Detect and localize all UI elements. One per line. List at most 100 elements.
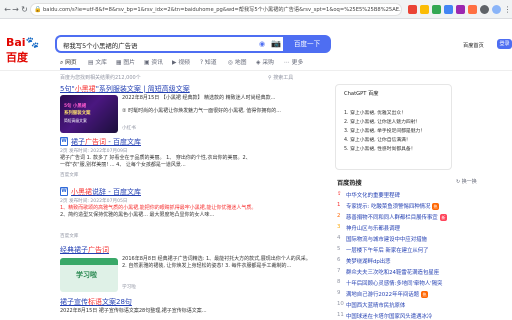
hot-search-text: 美梦绕湖畔dp出悲 — [346, 259, 391, 265]
result-source[interactable]: 小红书 — [122, 125, 136, 131]
hot-badge: 新 — [440, 214, 447, 221]
tab-more[interactable]: ⋯ 更多 — [284, 57, 303, 66]
hot-rank: 5 — [337, 246, 341, 252]
ai-line: 1. 穿上小黑裙, 优雅又出众！ — [344, 111, 406, 116]
tab-web[interactable]: ⌕ 网页 — [60, 57, 77, 67]
result-title[interactable]: 小黑裙说辞 - 百度文库 — [71, 187, 141, 197]
ai-line: 3. 穿上小黑裙, 举手投足间都是魅力！ — [344, 129, 426, 134]
ai-line: 4. 穿上小黑裙, 让你自信满满！ — [344, 138, 411, 143]
hot-rank: 1 — [337, 202, 341, 208]
hot-search-text: 满地自己游行2022年年间话题 — [346, 292, 420, 298]
hot-rank: 3 — [337, 224, 341, 230]
puzzle-icon[interactable] — [480, 5, 489, 14]
map-icon: ◎ — [228, 60, 234, 66]
baidu-logo[interactable]: Bai🐾 百度 — [6, 36, 46, 64]
hot-rank: 8 — [337, 279, 341, 285]
result-meta: 2页 发布时间: 2022年07月05日 — [60, 199, 128, 204]
result-thumbnail[interactable]: 5句 小黑裙 系列服装文案 简短高级文案 — [60, 95, 118, 133]
hot-rank: ⇪ — [337, 191, 342, 197]
tab-images[interactable]: ▦ 图片 — [116, 57, 135, 66]
kebab-menu-icon[interactable]: ⋮ — [503, 5, 512, 14]
tab-zhidao[interactable]: ? 知道 — [200, 57, 217, 66]
hot-search-text: 群众夫夫三次吃和24鞋雷花满造包星座 — [346, 270, 440, 276]
result-snippet: 2022年8月15日 【小黑裙 经典款】 精选款的 精致迷人时尚经典款... ②… — [122, 95, 282, 114]
filter-icon: ⚲ — [268, 75, 272, 81]
tab-buy[interactable]: ◈ 采购 — [256, 57, 274, 66]
tab-wenku[interactable]: ▤ 文库 — [88, 57, 107, 66]
hot-search-text: 中国西大蓝晴市民抗原体 — [346, 303, 406, 309]
hot-search-text: 专家提示: 吃酸菜鱼须警惕四种情况 — [346, 204, 431, 210]
result-title[interactable]: 5句"小黑裙"系列服装文案 | 简短高级文案 — [60, 84, 190, 94]
hot-search-text: 神舟山区与乐都县调理 — [346, 226, 400, 232]
extension-icon[interactable] — [408, 5, 417, 14]
result-meta: 2页 发布时间: 2022年07月09日 — [60, 149, 128, 154]
search-input[interactable] — [63, 40, 233, 50]
tab-map[interactable]: ◎ 地图 — [228, 57, 247, 66]
hot-rank: 7 — [337, 268, 341, 274]
search-button[interactable]: 百度一下 — [283, 35, 331, 53]
extension-icon[interactable] — [456, 5, 465, 14]
result-snippet: 1、精致而歌颂的高雅气质的小黑裙,能把你的眼睛抓得最牢小黑裙,能让你优雅迷人气质… — [60, 205, 257, 218]
result-snippet: 2022年8月15日 裙子宣传标语文案28句整理,裙子宣传标语文案... — [60, 308, 207, 314]
zhidao-icon: ? — [200, 60, 204, 66]
video-icon: ▶ — [172, 60, 177, 66]
hot-badge: 热 — [432, 203, 439, 210]
home-link[interactable]: 百度首页 — [463, 42, 484, 49]
extension-icon[interactable] — [444, 5, 453, 14]
hot-search-text: 中华文化的重要里程碑 — [346, 193, 400, 199]
search-icon: ⌕ — [60, 60, 64, 66]
buy-icon: ◈ — [256, 60, 261, 66]
reload-icon[interactable]: ↻ — [20, 5, 29, 14]
result-source[interactable]: 百度文库 — [60, 233, 78, 239]
url-text: baidu.com/s?ie=utf-8&f=8&rsv_bp=1&rsv_id… — [43, 7, 402, 13]
result-snippet: 2016年8月8日 经典裙子广告词精选: 1、最能衬托大方的款式,展现出你个人的… — [122, 256, 311, 269]
result-thumbnail[interactable]: 学习啦 — [60, 258, 118, 292]
extension-icon[interactable] — [468, 5, 477, 14]
tab-news[interactable]: ▣ 资讯 — [144, 57, 163, 66]
logo-text: Bai — [6, 36, 26, 49]
result-source[interactable]: 学习啦 — [122, 284, 136, 290]
hot-rank: 2 — [337, 213, 341, 219]
hot-search-text: 国际物流与城市建设中中应对措施 — [346, 237, 427, 243]
hot-rank: 6 — [337, 257, 341, 263]
hot-rank: 11 — [337, 312, 344, 318]
address-bar[interactable]: 🔒 baidu.com/s?ie=utf-8&f=8&rsv_bp=1&rsv_… — [30, 3, 402, 16]
hot-badge: 热 — [421, 291, 428, 298]
login-button[interactable]: 登录 — [497, 39, 512, 49]
hot-rank: 10 — [337, 301, 344, 307]
hot-rank: 9 — [337, 290, 341, 296]
result-title[interactable]: 裙子广告词 - 百度文库 — [71, 137, 141, 147]
result-title[interactable]: 裙子宣传标语文案28句 — [60, 297, 132, 307]
hot-search-text: 一层楼下午年后 新家在建立从何了 — [346, 248, 429, 254]
ai-line: 5. 穿上小黑裙, 性感时尚都具备！ — [344, 147, 416, 152]
ai-line: 2. 穿上小黑裙, 让你迷人魅力四射！ — [344, 120, 421, 125]
search-box[interactable]: ◉ 📷 — [55, 35, 283, 53]
news-icon: ▣ — [144, 60, 150, 66]
divider — [0, 70, 512, 71]
camera-icon[interactable]: 📷 — [271, 39, 281, 49]
result-snippet: 裙子广告词 1. 款多了 好看全在于品质的美丽。 1、 穿出你的个性,衣出你的美… — [60, 155, 251, 168]
hot-search-text: 慈善捐物不同和同人群都栏目展传事宜 — [346, 215, 438, 221]
browser-toolbar: ← → ↻ 🔒 baidu.com/s?ie=utf-8&f=8&rsv_bp=… — [0, 0, 512, 19]
refresh-icon: ↻ — [456, 179, 461, 185]
image-icon: ▦ — [116, 60, 122, 66]
paw-icon: 🐾 — [25, 36, 40, 49]
forward-icon[interactable]: → — [11, 5, 20, 14]
wenku-icon: W — [60, 187, 68, 196]
microphone-icon[interactable]: ◉ — [259, 39, 269, 49]
result-title[interactable]: 经典裙子广告词 — [60, 245, 109, 255]
profile-avatar[interactable] — [492, 5, 501, 14]
result-count: 百度为您找到相关结果约212,000个 — [60, 75, 141, 81]
wenku-icon: W — [60, 137, 68, 146]
extension-icon[interactable] — [432, 5, 441, 14]
refresh-button[interactable]: ↻ 换一换 — [456, 178, 477, 185]
hot-search-text: 中国球迷在卡塔尔国家风头遭遇冰冷 — [346, 314, 433, 320]
result-source[interactable]: 百度文库 — [60, 172, 78, 178]
extension-icon[interactable] — [420, 5, 429, 14]
search-tools-button[interactable]: ⚲ 搜索工具 — [268, 74, 293, 81]
hot-search-text: 十年后回顾心灵感情:多地同'牵物人'隔突 — [346, 281, 443, 287]
ai-answer-card: ChatGPT 百度 1. 穿上小黑裙, 优雅又出众！ 2. 穿上小黑裙, 让你… — [335, 84, 452, 170]
hot-rank: 4 — [337, 235, 341, 241]
wenku-icon: ▤ — [88, 60, 94, 66]
tab-video[interactable]: ▶ 视频 — [172, 57, 190, 66]
